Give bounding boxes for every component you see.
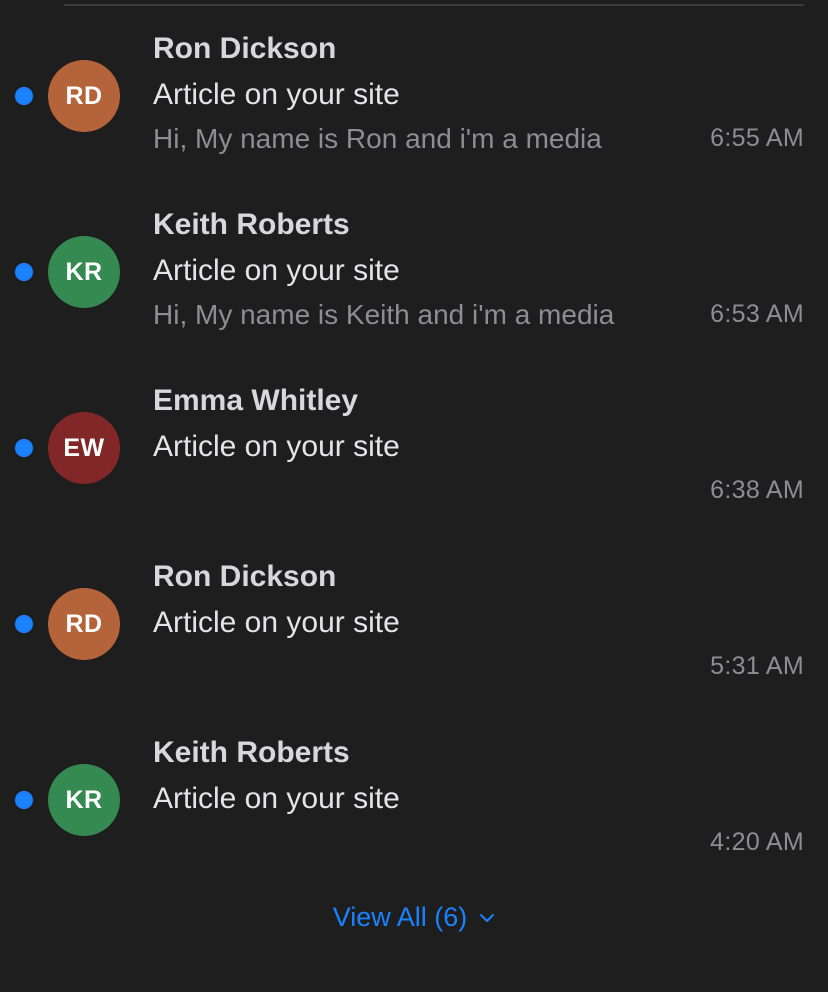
sender-name: Ron Dickson bbox=[153, 32, 337, 65]
message-time: 6:53 AM bbox=[710, 300, 804, 328]
sender-name: Ron Dickson bbox=[153, 560, 337, 593]
sender-name: Emma Whitley bbox=[153, 384, 359, 417]
avatar-initials: KR bbox=[65, 785, 103, 814]
unread-indicator bbox=[15, 615, 33, 633]
message-item-4[interactable]: RD Ron Dickson Article on your site 5:31… bbox=[0, 528, 828, 680]
sender-name: Keith Roberts bbox=[153, 736, 350, 769]
avatar: RD bbox=[48, 60, 120, 132]
message-subject: Article on your site bbox=[153, 430, 400, 463]
unread-indicator bbox=[15, 87, 33, 105]
avatar-initials: RD bbox=[65, 609, 103, 638]
view-all-label: View All (6) bbox=[332, 902, 468, 932]
avatar: KR bbox=[48, 764, 120, 836]
message-item-5[interactable]: KR Keith Roberts Article on your site 4:… bbox=[0, 704, 828, 856]
message-item-1[interactable]: RD Ron Dickson Article on your site Hi, … bbox=[0, 0, 828, 154]
unread-indicator bbox=[15, 439, 33, 457]
unread-indicator bbox=[15, 791, 33, 809]
message-subject: Article on your site bbox=[153, 782, 400, 815]
message-subject: Article on your site bbox=[153, 606, 400, 639]
avatar-initials: KR bbox=[65, 257, 103, 286]
avatar: KR bbox=[48, 236, 120, 308]
view-all-button[interactable]: View All (6) bbox=[333, 902, 496, 933]
message-subject: Article on your site bbox=[153, 254, 400, 287]
message-subject: Article on your site bbox=[153, 78, 400, 111]
avatar-initials: RD bbox=[65, 81, 103, 110]
message-item-2[interactable]: KR Keith Roberts Article on your site Hi… bbox=[0, 176, 828, 330]
message-time: 6:38 AM bbox=[710, 476, 804, 504]
avatar: RD bbox=[48, 588, 120, 660]
message-preview: Hi, My name is Ron and i'm a media bbox=[153, 123, 602, 154]
sender-name: Keith Roberts bbox=[153, 208, 350, 241]
message-time: 4:20 AM bbox=[710, 828, 804, 856]
avatar-initials: EW bbox=[63, 433, 105, 462]
unread-indicator bbox=[15, 263, 33, 281]
chevron-down-icon bbox=[480, 913, 495, 922]
message-item-3[interactable]: EW Emma Whitley Article on your site 6:3… bbox=[0, 352, 828, 504]
avatar: EW bbox=[48, 412, 120, 484]
message-time: 5:31 AM bbox=[710, 652, 804, 680]
message-preview: Hi, My name is Keith and i'm a media bbox=[153, 299, 615, 330]
view-all-row: View All (6) bbox=[0, 902, 828, 933]
message-time: 6:55 AM bbox=[710, 124, 804, 152]
